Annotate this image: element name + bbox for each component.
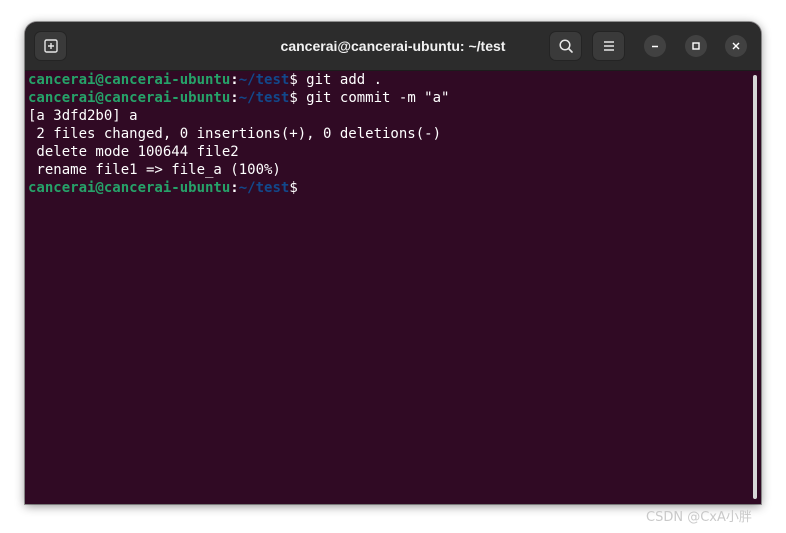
terminal-line: cancerai@cancerai-ubuntu:~/test$ git add…	[28, 71, 382, 89]
prompt-path: ~/test	[238, 72, 290, 88]
headerbar: cancerai@cancerai-ubuntu: ~/test	[25, 22, 761, 71]
prompt-user: cancerai@cancerai-ubuntu	[28, 90, 231, 106]
minimize-button[interactable]	[644, 35, 666, 57]
prompt-symbol: $	[289, 72, 298, 88]
minimize-icon	[652, 45, 658, 48]
close-icon	[732, 42, 740, 50]
terminal-line: cancerai@cancerai-ubuntu:~/test$ git com…	[28, 89, 449, 107]
terminal-window: cancerai@cancerai-ubuntu: ~/test cancera…	[25, 22, 761, 504]
new-tab-icon	[43, 39, 58, 53]
maximize-icon	[692, 42, 700, 50]
terminal-line: cancerai@cancerai-ubuntu:~/test$	[28, 179, 299, 197]
prompt-user: cancerai@cancerai-ubuntu	[28, 180, 231, 196]
command-text: git add .	[297, 72, 383, 88]
new-tab-button[interactable]	[34, 31, 67, 61]
hamburger-menu-icon	[603, 41, 614, 51]
terminal-line: rename file1 => file_a (100%)	[28, 162, 281, 178]
search-icon	[558, 39, 573, 53]
csdn-watermark: CSDN @CxA小胖	[646, 510, 752, 525]
prompt-separator: :	[230, 180, 239, 196]
prompt-symbol: $	[289, 90, 298, 106]
prompt-user: cancerai@cancerai-ubuntu	[28, 72, 231, 88]
prompt-separator: :	[230, 90, 239, 106]
terminal-line: [a 3dfd2b0] a	[28, 108, 138, 124]
scrollbar-thumb[interactable]	[753, 75, 757, 499]
terminal-line: 2 files changed, 0 insertions(+), 0 dele…	[28, 126, 442, 142]
prompt-separator: :	[230, 72, 239, 88]
terminal-line: delete mode 100644 file2	[28, 144, 239, 160]
command-text: git commit -m "a"	[297, 90, 450, 106]
terminal-scrollbar[interactable]	[751, 71, 761, 504]
prompt-path: ~/test	[238, 180, 290, 196]
maximize-button[interactable]	[685, 35, 707, 57]
close-button[interactable]	[725, 35, 747, 57]
main-menu-button[interactable]	[592, 31, 625, 61]
terminal-output[interactable]: cancerai@cancerai-ubuntu:~/test$ git add…	[25, 71, 751, 504]
prompt-symbol: $	[289, 180, 298, 196]
prompt-path: ~/test	[238, 90, 290, 106]
search-button[interactable]	[549, 31, 582, 61]
